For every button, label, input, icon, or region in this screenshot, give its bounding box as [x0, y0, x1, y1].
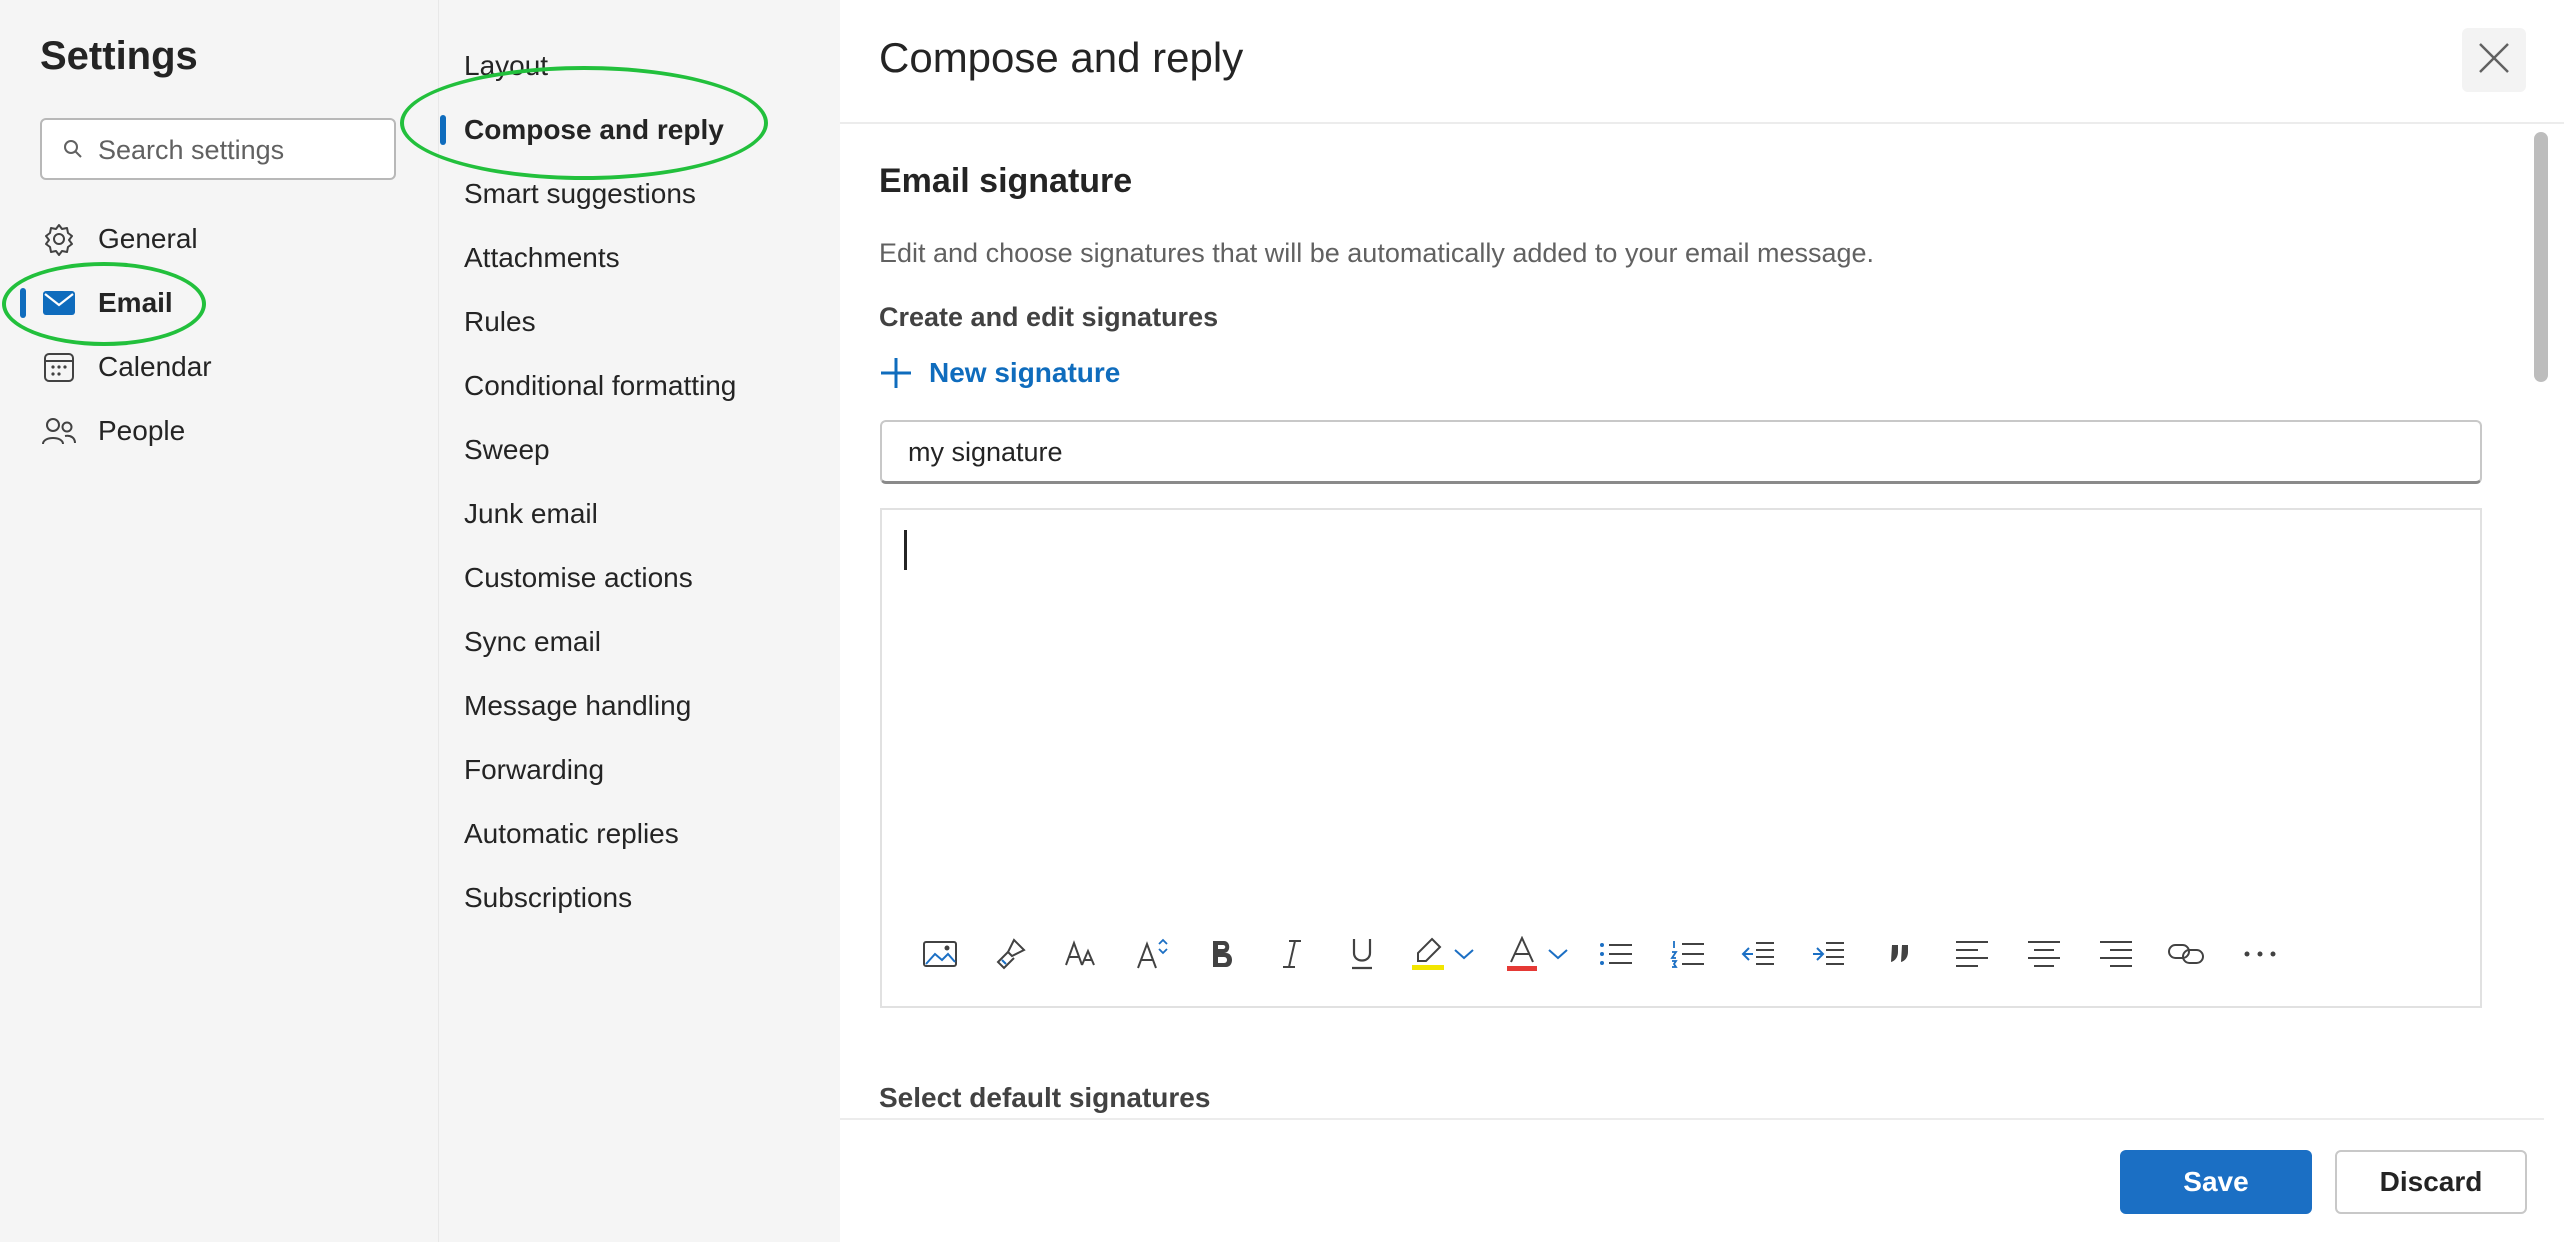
subnav-item-sync-email[interactable]: Sync email	[464, 622, 601, 662]
format-painter-icon	[992, 936, 1028, 972]
annotation-circle-email	[2, 262, 206, 346]
create-signatures-heading: Create and edit signatures	[879, 302, 1219, 332]
chevron-down-icon	[1547, 947, 1569, 961]
align-center-button[interactable]	[2020, 928, 2068, 980]
footer-divider	[840, 1118, 2544, 1120]
more-options-icon	[2243, 950, 2277, 958]
increase-indent-button[interactable]	[1804, 928, 1852, 980]
increase-indent-icon	[1810, 939, 1846, 969]
quote-button[interactable]	[1876, 928, 1924, 980]
header-divider	[840, 122, 2564, 124]
subnav-item-message-handling[interactable]: Message handling	[464, 686, 691, 726]
underline-button[interactable]	[1338, 928, 1386, 980]
align-center-icon	[2026, 939, 2062, 969]
font-button[interactable]	[1058, 928, 1106, 980]
people-icon	[40, 412, 78, 450]
new-signature-label: New signature	[929, 357, 1121, 388]
subnav-item-customise-actions[interactable]: Customise actions	[464, 558, 693, 598]
insert-picture-button[interactable]	[916, 928, 964, 980]
decrease-indent-button[interactable]	[1734, 928, 1782, 980]
bullets-button[interactable]	[1592, 928, 1640, 980]
discard-button[interactable]: Discard	[2335, 1150, 2527, 1214]
new-signature-button[interactable]: New signature	[879, 356, 1120, 390]
highlight-dropdown[interactable]	[1450, 928, 1478, 980]
numbering-button[interactable]	[1664, 928, 1712, 980]
highlight-button[interactable]	[1404, 928, 1452, 980]
more-options-button[interactable]	[2236, 928, 2284, 980]
signature-editor[interactable]	[880, 508, 2482, 1008]
subnav-item-sweep[interactable]: Sweep	[464, 430, 550, 470]
page-title: Compose and reply	[879, 34, 1244, 81]
font-color-dropdown[interactable]	[1544, 928, 1572, 980]
settings-nav-pane: Settings General Email Calendar People	[0, 0, 438, 1242]
font-icon	[1064, 939, 1100, 969]
calendar-icon	[40, 348, 78, 386]
font-color-button[interactable]	[1498, 928, 1546, 980]
nav-item-label: Calendar	[98, 351, 212, 382]
signature-name-input[interactable]	[906, 422, 2450, 482]
text-cursor	[904, 530, 907, 570]
nav-item-label: General	[98, 223, 198, 254]
nav-item-calendar[interactable]: Calendar	[40, 340, 430, 394]
bold-button[interactable]	[1198, 928, 1246, 980]
select-default-signatures-heading: Select default signatures	[879, 1082, 1211, 1113]
italic-icon	[1279, 938, 1305, 970]
subnav-item-attachments[interactable]: Attachments	[464, 238, 620, 278]
bullets-icon	[1598, 939, 1634, 969]
underline-icon	[1348, 937, 1376, 971]
close-button[interactable]	[2462, 28, 2526, 92]
highlight-icon	[1410, 936, 1446, 972]
subnav-item-junk-email[interactable]: Junk email	[464, 494, 598, 534]
subnav-item-automatic-replies[interactable]: Automatic replies	[464, 814, 679, 854]
subnav-item-smart-suggestions[interactable]: Smart suggestions	[464, 174, 696, 214]
plus-icon	[879, 356, 913, 390]
search-input[interactable]	[96, 120, 390, 180]
annotation-circle-compose	[400, 66, 768, 180]
subnav-item-subscriptions[interactable]: Subscriptions	[464, 878, 632, 918]
align-right-icon	[2098, 939, 2134, 969]
link-icon	[2167, 941, 2205, 967]
decrease-indent-icon	[1740, 939, 1776, 969]
subnav-item-conditional-formatting[interactable]: Conditional formatting	[464, 366, 736, 406]
nav-item-general[interactable]: General	[40, 212, 430, 266]
nav-item-people[interactable]: People	[40, 404, 430, 458]
save-button[interactable]: Save	[2120, 1150, 2312, 1214]
align-right-button[interactable]	[2092, 928, 2140, 980]
align-left-button[interactable]	[1948, 928, 1996, 980]
italic-button[interactable]	[1268, 928, 1316, 980]
align-left-icon	[1954, 939, 1990, 969]
nav-item-label: People	[98, 415, 186, 446]
format-painter-button[interactable]	[986, 928, 1034, 980]
gear-icon	[40, 220, 78, 258]
signature-name-field[interactable]	[880, 420, 2482, 484]
subnav-item-rules[interactable]: Rules	[464, 302, 536, 342]
numbering-icon	[1670, 938, 1706, 970]
search-box[interactable]	[40, 118, 396, 180]
insert-picture-icon	[922, 939, 958, 969]
quote-icon	[1888, 941, 1912, 967]
font-color-icon	[1505, 936, 1539, 972]
settings-title: Settings	[40, 34, 198, 78]
search-icon	[62, 138, 84, 165]
subnav-item-forwarding[interactable]: Forwarding	[464, 750, 604, 790]
scrollbar-thumb[interactable]	[2534, 132, 2548, 382]
font-size-button[interactable]	[1128, 928, 1176, 980]
font-size-icon	[1134, 936, 1170, 972]
chevron-down-icon	[1453, 947, 1475, 961]
bold-icon	[1208, 938, 1236, 970]
section-description: Edit and choose signatures that will be …	[879, 238, 1875, 268]
close-icon	[2477, 41, 2511, 80]
section-title: Email signature	[879, 162, 1133, 200]
link-button[interactable]	[2162, 928, 2210, 980]
